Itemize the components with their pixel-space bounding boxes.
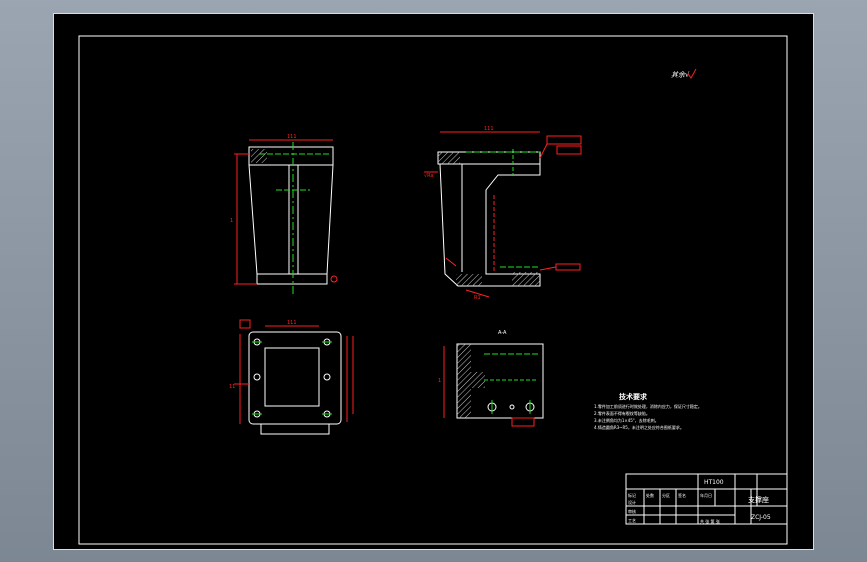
title-block-part-name: 支撑座: [748, 495, 769, 504]
svg-text:1: 1: [438, 378, 441, 384]
svg-text:A-A: A-A: [498, 330, 507, 336]
title-block-row-label: 设计: [628, 499, 636, 505]
side-view: 111 √Ra R1: [424, 126, 582, 301]
top-view: 111 11: [229, 319, 354, 435]
svg-text:√Ra: √Ra: [424, 173, 434, 179]
title-block-row-label: 工艺: [628, 518, 636, 523]
front-view: 111 1: [230, 134, 338, 296]
svg-text:1: 1: [230, 218, 233, 224]
tech-req-item: 3.未注倒角均为1×45°，去除毛刺。: [594, 417, 659, 423]
title-block-col-label: 年月日: [700, 492, 712, 498]
cad-viewport[interactable]: 其余√ 111 1 111 √Ra R1 111 11 1 A-A 技术要求 1…: [53, 13, 814, 550]
svg-text:R1: R1: [474, 295, 481, 301]
title-block-material: HT100: [704, 479, 724, 486]
title-block-row-label: 标记: [628, 492, 636, 498]
svg-text:111: 111: [484, 126, 494, 132]
technical-requirements: 技术要求 1.零件加工前须进行时效处理，消除内应力，保证尺寸稳定。 2.零件表面…: [594, 392, 702, 430]
tech-req-item: 1.零件加工前须进行时效处理，消除内应力，保证尺寸稳定。: [594, 403, 702, 409]
cad-drawing: 其余√ 111 1 111 √Ra R1 111 11 1 A-A 技术要求 1…: [78, 35, 788, 545]
tech-req-title: 技术要求: [619, 392, 648, 401]
svg-text:111: 111: [287, 320, 297, 326]
title-block-row-label: 审核: [628, 508, 636, 514]
roughness-note: 其余√: [671, 71, 690, 79]
title-block-col-label: 处数: [646, 492, 654, 498]
title-block-col-label: 签名: [678, 492, 686, 498]
tech-req-item: 4.铸造圆角R3~R5，未注明之处应符合图纸要求。: [594, 424, 684, 430]
tech-req-item: 2.零件表面不得有裂纹等缺陷。: [594, 410, 650, 416]
svg-text:11: 11: [229, 384, 235, 390]
drawing-border: [78, 35, 788, 545]
title-block-drawing-no: ZCJ-05: [751, 514, 771, 521]
title-block-sheet-info: 共 张 第 张: [700, 518, 720, 524]
svg-text:111: 111: [287, 134, 297, 140]
section-view: 1 A-A: [438, 330, 544, 427]
title-block-col-label: 分区: [662, 492, 670, 498]
